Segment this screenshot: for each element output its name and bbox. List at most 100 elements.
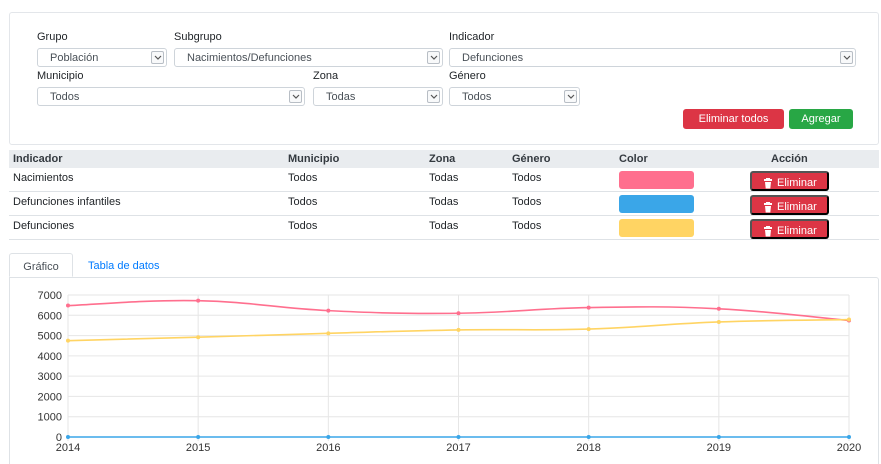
tab-grafico[interactable]: Gráfico: [9, 253, 73, 277]
trash-icon: [764, 202, 772, 213]
cell-zona: Todas: [429, 220, 459, 232]
color-swatch[interactable]: [619, 195, 694, 213]
data-point: [66, 303, 70, 308]
header-zona: Zona: [429, 153, 456, 165]
data-point: [586, 305, 591, 310]
remove-all-button[interactable]: Eliminar todos: [683, 109, 784, 129]
data-point: [847, 317, 851, 322]
cell-municipio: Todos: [288, 196, 318, 208]
indicador-value: Defunciones: [462, 52, 524, 64]
cell-zona: Todas: [429, 172, 459, 184]
cell-genero: Todos: [512, 196, 542, 208]
data-point: [196, 435, 201, 439]
delete-row-button[interactable]: Eliminar: [750, 219, 829, 239]
chevron-down-icon: [151, 51, 164, 64]
view-tabs: Gráfico Tabla de datos: [9, 253, 879, 277]
trash-icon: [764, 178, 772, 189]
header-accion: Acción: [771, 153, 808, 165]
cell-indicador: Defunciones: [13, 220, 75, 232]
grupo-value: Población: [50, 52, 99, 64]
cell-indicador: Defunciones infantiles: [13, 196, 121, 208]
x-tick-label: 2017: [446, 442, 470, 454]
color-swatch[interactable]: [619, 219, 694, 237]
add-button[interactable]: Agregar: [789, 109, 853, 129]
zona-value: Todas: [326, 91, 356, 103]
x-tick-label: 2014: [56, 442, 80, 454]
subgrupo-value: Nacimientos/Defunciones: [187, 52, 312, 64]
data-point: [716, 435, 721, 439]
table-row: Nacimientos Todos Todas Todos Eliminar: [9, 168, 879, 192]
data-point: [66, 338, 70, 343]
cell-municipio: Todos: [288, 220, 318, 232]
delete-label: Eliminar: [777, 177, 817, 189]
filter-panel: Grupo Población Subgrupo Nacimientos/Def…: [9, 12, 879, 145]
subgrupo-label: Subgrupo: [174, 31, 222, 43]
y-tick-label: 6000: [38, 310, 62, 322]
x-tick-label: 2016: [316, 442, 340, 454]
chart-panel: 0 1000 2000 3000 4000 5000 6000 7000 2014 2015 201…: [9, 277, 879, 464]
municipio-label: Municipio: [37, 70, 84, 82]
tab-tabla-de-datos[interactable]: Tabla de datos: [88, 253, 160, 277]
y-tick-label: 4000: [38, 351, 62, 363]
chevron-down-icon: [840, 51, 853, 64]
delete-row-button[interactable]: Eliminar: [750, 195, 829, 215]
data-point: [586, 327, 591, 332]
chevron-down-icon: [564, 90, 577, 103]
data-point: [196, 298, 201, 303]
data-point: [586, 435, 591, 439]
y-tick-label: 5000: [38, 331, 62, 343]
x-tick-label: 2020: [837, 442, 861, 454]
data-point: [716, 306, 721, 311]
genero-value: Todos: [462, 91, 492, 103]
data-point: [456, 311, 461, 316]
x-tick-label: 2018: [576, 442, 600, 454]
data-point: [196, 335, 201, 340]
header-color: Color: [619, 153, 648, 165]
header-municipio: Municipio: [288, 153, 340, 165]
data-point: [716, 319, 721, 324]
indicador-select[interactable]: Defunciones: [449, 48, 856, 67]
table-row: Defunciones infantiles Todos Todas Todos…: [9, 192, 879, 216]
trash-icon: [764, 226, 772, 237]
delete-row-button[interactable]: Eliminar: [750, 171, 829, 191]
x-tick-label: 2015: [186, 442, 210, 454]
data-point: [456, 327, 461, 332]
color-swatch[interactable]: [619, 171, 694, 189]
chevron-down-icon: [427, 90, 440, 103]
line-chart: 010002000300040005000600070002014 2015 201…: [38, 290, 862, 454]
header-genero: Género: [512, 153, 551, 165]
data-point: [326, 435, 331, 439]
subgrupo-select[interactable]: Nacimientos/Defunciones: [174, 48, 443, 67]
delete-label: Eliminar: [777, 201, 817, 213]
cell-zona: Todas: [429, 196, 459, 208]
genero-select[interactable]: Todos: [449, 87, 580, 106]
data-point: [326, 331, 331, 336]
header-indicador: Indicador: [13, 153, 63, 165]
indicador-label: Indicador: [449, 31, 495, 43]
zona-select[interactable]: Todas: [313, 87, 443, 106]
cell-genero: Todos: [512, 172, 542, 184]
chevron-down-icon: [427, 51, 440, 64]
data-point: [456, 435, 461, 439]
cell-genero: Todos: [512, 220, 542, 232]
x-tick-label: 2019: [707, 442, 731, 454]
y-tick-label: 2000: [38, 391, 62, 403]
grupo-select[interactable]: Población: [37, 48, 167, 67]
municipio-select[interactable]: Todos: [37, 87, 305, 106]
cell-indicador: Nacimientos: [13, 172, 74, 184]
delete-label: Eliminar: [777, 225, 817, 237]
genero-label: Género: [449, 70, 486, 82]
table-row: Defunciones Todos Todas Todos Eliminar: [9, 216, 879, 240]
grupo-label: Grupo: [37, 31, 68, 43]
y-tick-label: 3000: [38, 371, 62, 383]
y-tick-label: 1000: [38, 412, 62, 424]
zona-label: Zona: [313, 70, 339, 82]
cell-municipio: Todos: [288, 172, 318, 184]
data-point: [66, 435, 70, 439]
municipio-value: Todos: [50, 91, 80, 103]
data-point: [847, 435, 851, 439]
data-point: [326, 308, 331, 313]
table-header: Indicador Municipio Zona Género Color Ac…: [9, 150, 879, 168]
chevron-down-icon: [289, 90, 302, 103]
y-tick-label: 7000: [38, 290, 62, 302]
